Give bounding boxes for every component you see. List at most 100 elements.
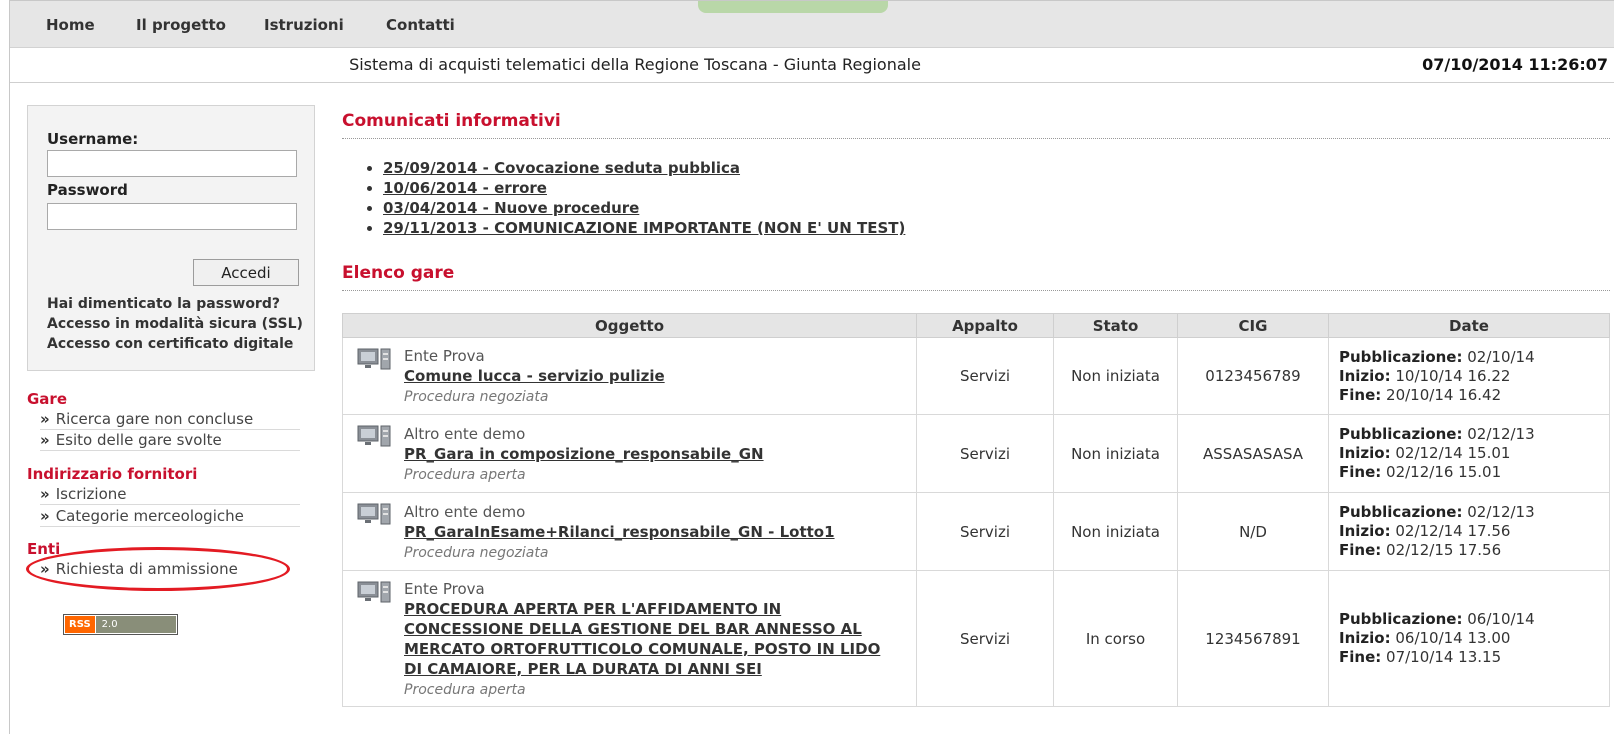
cell-oggetto: Ente Prova PROCEDURA APERTA PER L'AFFIDA… [342, 570, 917, 707]
sidebar-item-iscrizione[interactable]: » Iscrizione [40, 485, 300, 505]
nav-tab-decoration [698, 1, 888, 13]
cell-stato: In corso [1053, 570, 1178, 707]
ssl-access-link[interactable]: Accesso in modalità sicura (SSL) [47, 316, 303, 332]
divider [342, 138, 1610, 139]
sidebar-item-label: Categorie merceologiche [55, 507, 244, 525]
procedura-type: Procedura negoziata [404, 389, 549, 405]
nav-home[interactable]: Home [46, 16, 95, 34]
top-nav: Home Il progetto Istruzioni Contatti [10, 1, 1614, 48]
sidebar-item-label: Esito delle gare svolte [55, 431, 222, 449]
sidebar-item-label: Iscrizione [55, 485, 127, 503]
cell-date: Pubblicazione: 02/12/13 Inizio: 02/12/14… [1328, 414, 1610, 493]
cell-appalto: Servizi [916, 337, 1054, 415]
gara-title-link[interactable]: Comune lucca - servizio pulizie [404, 366, 910, 386]
table-row: Altro ente demo PR_GaraInEsame+Rilanci_r… [342, 492, 1610, 571]
cell-oggetto: Altro ente demo PR_Gara in composizione_… [342, 414, 917, 493]
date-fine: Fine: 07/10/14 13.15 [1339, 648, 1502, 666]
column-header-appalto: Appalto [916, 313, 1054, 338]
comunicato-link[interactable]: 10/06/2014 - errore [383, 179, 547, 197]
date-pubblicazione: Pubblicazione: 02/10/14 [1339, 347, 1535, 366]
cell-cig: N/D [1177, 492, 1329, 571]
login-button[interactable]: Accedi [193, 259, 299, 286]
comunicato-link[interactable]: 25/09/2014 - Covocazione seduta pubblica [383, 159, 740, 177]
cell-date: Pubblicazione: 02/12/13 Inizio: 02/12/14… [1328, 492, 1610, 571]
procedura-type: Procedura negoziata [404, 544, 549, 561]
date-pubblicazione: Pubblicazione: 06/10/14 [1339, 610, 1535, 628]
cell-cig: 1234567891 [1177, 570, 1329, 707]
cell-appalto: Servizi [916, 492, 1054, 571]
username-input[interactable] [47, 150, 297, 177]
forgot-password-link[interactable]: Hai dimenticato la password? [47, 296, 280, 312]
gara-title-link[interactable]: PR_GaraInEsame+Rilanci_responsabile_GN -… [404, 522, 910, 542]
page-frame: Home Il progetto Istruzioni Contatti Sis… [9, 0, 1614, 734]
cell-oggetto: Ente Prova Comune lucca - servizio puliz… [342, 337, 917, 415]
elenco-gare-title: Elenco gare [342, 263, 455, 283]
list-item: 29/11/2013 - COMUNICAZIONE IMPORTANTE (N… [383, 218, 905, 238]
ente-name: Altro ente demo [404, 424, 526, 443]
date-fine: Fine: 20/10/14 16.42 [1339, 385, 1502, 404]
cell-cig: ASSASASASA [1177, 414, 1329, 493]
date-inizio: Inizio: 06/10/14 13.00 [1339, 629, 1511, 647]
date-pubblicazione: Pubblicazione: 02/12/13 [1339, 425, 1535, 443]
chevron-right-icon: » [40, 485, 50, 503]
highlight-annotation [26, 547, 290, 591]
column-header-stato: Stato [1053, 313, 1178, 338]
date-inizio: Inizio: 10/10/14 16.22 [1339, 366, 1511, 385]
sidebar-section-gare: Gare [27, 390, 68, 408]
date-fine: Fine: 02/12/16 15.01 [1339, 463, 1502, 481]
rss-icon: RSS [64, 615, 96, 634]
password-label: Password [47, 181, 128, 199]
site-title: Sistema di acquisti telematici della Reg… [349, 55, 921, 74]
sidebar-item-label: Ricerca gare non concluse [55, 410, 254, 428]
certificate-access-link[interactable]: Accesso con certificato digitale [47, 336, 293, 352]
rss-feed-button[interactable]: RSS 2.0 [63, 614, 178, 635]
cell-appalto: Servizi [916, 414, 1054, 493]
cell-stato: Non iniziata [1053, 337, 1178, 415]
date-inizio: Inizio: 02/12/14 15.01 [1339, 444, 1511, 462]
computer-icon [357, 348, 391, 370]
date-pubblicazione: Pubblicazione: 02/12/13 [1339, 503, 1535, 521]
date-fine: Fine: 02/12/15 17.56 [1339, 541, 1502, 559]
list-item: 25/09/2014 - Covocazione seduta pubblica [383, 158, 905, 178]
comunicato-link[interactable]: 29/11/2013 - COMUNICAZIONE IMPORTANTE (N… [383, 219, 905, 237]
comunicati-list: 25/09/2014 - Covocazione seduta pubblica… [383, 158, 905, 238]
current-datetime: 07/10/2014 11:26:07 [1422, 55, 1608, 74]
username-label: Username: [47, 130, 139, 148]
procedura-type: Procedura aperta [404, 466, 526, 483]
cell-cig: 0123456789 [1177, 337, 1329, 415]
sidebar-item-esito-gare[interactable]: » Esito delle gare svolte [40, 431, 300, 451]
computer-icon [357, 503, 391, 525]
ente-name: Altro ente demo [404, 502, 526, 521]
list-item: 03/04/2014 - Nuove procedure [383, 198, 905, 218]
column-header-date: Date [1328, 313, 1610, 338]
password-input[interactable] [47, 203, 297, 230]
gara-title-link[interactable]: PROCEDURA APERTA PER L'AFFIDAMENTO IN CO… [404, 599, 910, 679]
nav-il-progetto[interactable]: Il progetto [136, 16, 226, 34]
cell-date: Pubblicazione: 06/10/14 Inizio: 06/10/14… [1328, 570, 1610, 707]
cell-appalto: Servizi [916, 570, 1054, 707]
page-header: Sistema di acquisti telematici della Reg… [10, 49, 1614, 83]
login-box: Username: Password Accedi Hai dimenticat… [27, 105, 315, 371]
cell-oggetto: Altro ente demo PR_GaraInEsame+Rilanci_r… [342, 492, 917, 571]
comunicato-link[interactable]: 03/04/2014 - Nuove procedure [383, 199, 639, 217]
table-row: Altro ente demo PR_Gara in composizione_… [342, 414, 1610, 493]
chevron-right-icon: » [40, 507, 50, 525]
list-item: 10/06/2014 - errore [383, 178, 905, 198]
cell-stato: Non iniziata [1053, 492, 1178, 571]
ente-name: Ente Prova [404, 347, 485, 365]
computer-icon [357, 581, 391, 603]
chevron-right-icon: » [40, 410, 50, 428]
computer-icon [357, 425, 391, 447]
table-row: Ente Prova Comune lucca - servizio puliz… [342, 337, 1610, 415]
table-header-row: Oggetto Appalto Stato CIG Date [342, 313, 1610, 338]
gara-title-link[interactable]: PR_Gara in composizione_responsabile_GN [404, 444, 910, 464]
procedura-type: Procedura aperta [404, 681, 526, 698]
sidebar-item-categorie[interactable]: » Categorie merceologiche [40, 507, 300, 527]
nav-istruzioni[interactable]: Istruzioni [264, 16, 344, 34]
chevron-right-icon: » [40, 431, 50, 449]
column-header-oggetto: Oggetto [342, 313, 917, 338]
divider [342, 290, 1610, 291]
sidebar-item-ricerca-gare[interactable]: » Ricerca gare non concluse [40, 410, 300, 430]
nav-contatti[interactable]: Contatti [386, 16, 455, 34]
ente-name: Ente Prova [404, 579, 485, 598]
